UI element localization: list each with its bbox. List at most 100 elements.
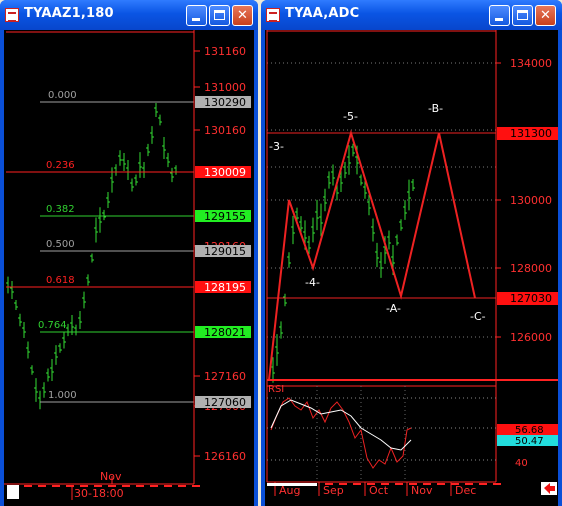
fib-level-label: 0.764: [38, 320, 67, 331]
price-level-value: 129155: [204, 210, 246, 223]
wave-labels: -3- -4- -5- -A- -B- -C-: [269, 102, 486, 323]
chart-window-right[interactable]: TYAA,ADC ✕ -3- -4- -5- -A- -B- -C- 134000 1300…: [261, 0, 562, 506]
price-tick-label: 134000: [510, 57, 552, 70]
price-level-boxes: 131300 127030: [497, 127, 558, 305]
scroll-track-dash: [465, 483, 473, 485]
scroll-track-dash: [164, 485, 172, 487]
scroll-track-dash: [150, 485, 158, 487]
price-tick-label: 131000: [204, 81, 246, 94]
scroll-track-dash: [94, 485, 102, 487]
fib-level-label: 0.618: [46, 275, 75, 286]
price-tick-label: 130000: [510, 194, 552, 207]
price-level-boxes: 130290 130009 129155 129015 128195 128021 1270…: [195, 96, 251, 409]
price-tick-label: 128000: [510, 262, 552, 275]
datetime-label: 30-18:00: [74, 487, 124, 500]
rsi-label: RSI: [268, 384, 284, 395]
price-level-value: 128195: [204, 281, 246, 294]
month-label: Dec: [455, 484, 476, 497]
price-bars: [6, 103, 178, 410]
maximize-icon: [513, 6, 532, 25]
price-tick-label: 126160: [204, 450, 246, 463]
scroll-track-dash: [80, 485, 88, 487]
month-label: Oct: [369, 484, 389, 497]
rsi-value: 56.68: [515, 425, 544, 436]
price-chart[interactable]: -3- -4- -5- -A- -B- -C- 134000 130000 128000 126…: [265, 30, 558, 506]
close-button[interactable]: ✕: [535, 5, 556, 26]
price-chart[interactable]: 0.000 0.236 0.382 0.500 0.618 0.764 1.000 1311…: [4, 30, 254, 506]
fib-level-label: 0.236: [46, 160, 75, 171]
minimize-button[interactable]: [489, 5, 510, 26]
scroll-track-dash: [52, 485, 60, 487]
scroll-track-dash: [24, 485, 32, 487]
price-tick-label: 131160: [204, 45, 246, 58]
rsi-grid: [267, 386, 496, 482]
price-tick-label: 130160: [204, 124, 246, 137]
time-scrollbar[interactable]: [24, 485, 200, 487]
close-icon: ✕: [237, 8, 248, 23]
scroll-track-dash: [325, 483, 333, 485]
chart-window-left[interactable]: TYAAZ1,180 ✕ 0.000 0.236 0.382 0.500 0.618 0.…: [0, 0, 258, 506]
scroll-track-dash: [409, 483, 417, 485]
scroll-track-dash: [493, 483, 501, 485]
app-icon[interactable]: [266, 8, 280, 22]
app-icon[interactable]: [5, 8, 19, 22]
scroll-track-dash: [451, 483, 459, 485]
price-level-value: 130290: [204, 96, 246, 109]
scroll-track-dash: [395, 483, 403, 485]
month-label: Nov: [411, 484, 433, 497]
price-level-value: 128021: [204, 326, 246, 339]
scroll-track-dash: [38, 485, 46, 487]
rsi-tick: 40: [515, 458, 528, 469]
fib-level-label: 1.000: [48, 390, 77, 401]
maximize-icon: [210, 6, 229, 25]
title-bar[interactable]: TYAA,ADC ✕: [261, 0, 562, 30]
scroll-track-dash: [381, 483, 389, 485]
chart-area[interactable]: -3- -4- -5- -A- -B- -C- 134000 130000 128000 126…: [265, 30, 558, 506]
scroll-track-dash: [423, 483, 431, 485]
wave-label: -A-: [386, 302, 401, 315]
scroll-right-arrow-icon[interactable]: [541, 482, 557, 495]
rsi-value: 50.47: [515, 436, 544, 447]
fib-level-label: 0.000: [48, 90, 77, 101]
close-button[interactable]: ✕: [232, 5, 253, 26]
fib-level-label: 0.382: [46, 204, 75, 215]
scroll-track-dash: [136, 485, 144, 487]
wave-label: -5-: [343, 110, 358, 123]
scroll-track-dash: [353, 483, 361, 485]
scroll-track-dash: [437, 483, 445, 485]
price-tick-label: 127160: [204, 370, 246, 383]
wave-label: -C-: [470, 310, 486, 323]
elliott-wave-line: [268, 129, 476, 381]
maximize-button[interactable]: [512, 5, 533, 26]
scroll-track-dash: [367, 483, 375, 485]
window-title: TYAA,ADC: [285, 6, 360, 21]
scroll-track-dash: [479, 483, 487, 485]
price-level-value: 129015: [204, 245, 246, 258]
month-label: Sep: [323, 484, 344, 497]
scroll-track-dash: [108, 485, 116, 487]
rsi-signal-line: [270, 397, 412, 469]
scroll-track-dash: [122, 485, 130, 487]
minimize-button[interactable]: [186, 5, 207, 26]
month-label: Nov: [100, 470, 122, 483]
close-icon: ✕: [540, 8, 551, 23]
wave-label: -3-: [269, 140, 284, 153]
minimize-icon: [187, 6, 206, 25]
minimize-icon: [490, 6, 509, 25]
fibonacci-levels: 0.000 0.236 0.382 0.500 0.618 0.764 1.000: [6, 90, 194, 403]
scroll-track-dash: [178, 485, 186, 487]
wave-label: -4-: [305, 276, 320, 289]
price-level-value: 127030: [510, 292, 552, 305]
grid-lines: [267, 62, 496, 338]
scrollbar-thumb[interactable]: [267, 483, 317, 486]
price-bars: [271, 143, 415, 383]
scrollbar-thumb[interactable]: [7, 485, 19, 499]
price-level-value: 127060: [204, 396, 246, 409]
maximize-button[interactable]: [209, 5, 230, 26]
scroll-track-dash: [192, 485, 200, 487]
price-level-value: 131300: [510, 127, 552, 140]
window-title: TYAAZ1,180: [24, 6, 114, 21]
chart-area[interactable]: 0.000 0.236 0.382 0.500 0.618 0.764 1.000 1311…: [4, 30, 254, 506]
scroll-track-dash: [339, 483, 347, 485]
title-bar[interactable]: TYAAZ1,180 ✕: [0, 0, 258, 30]
